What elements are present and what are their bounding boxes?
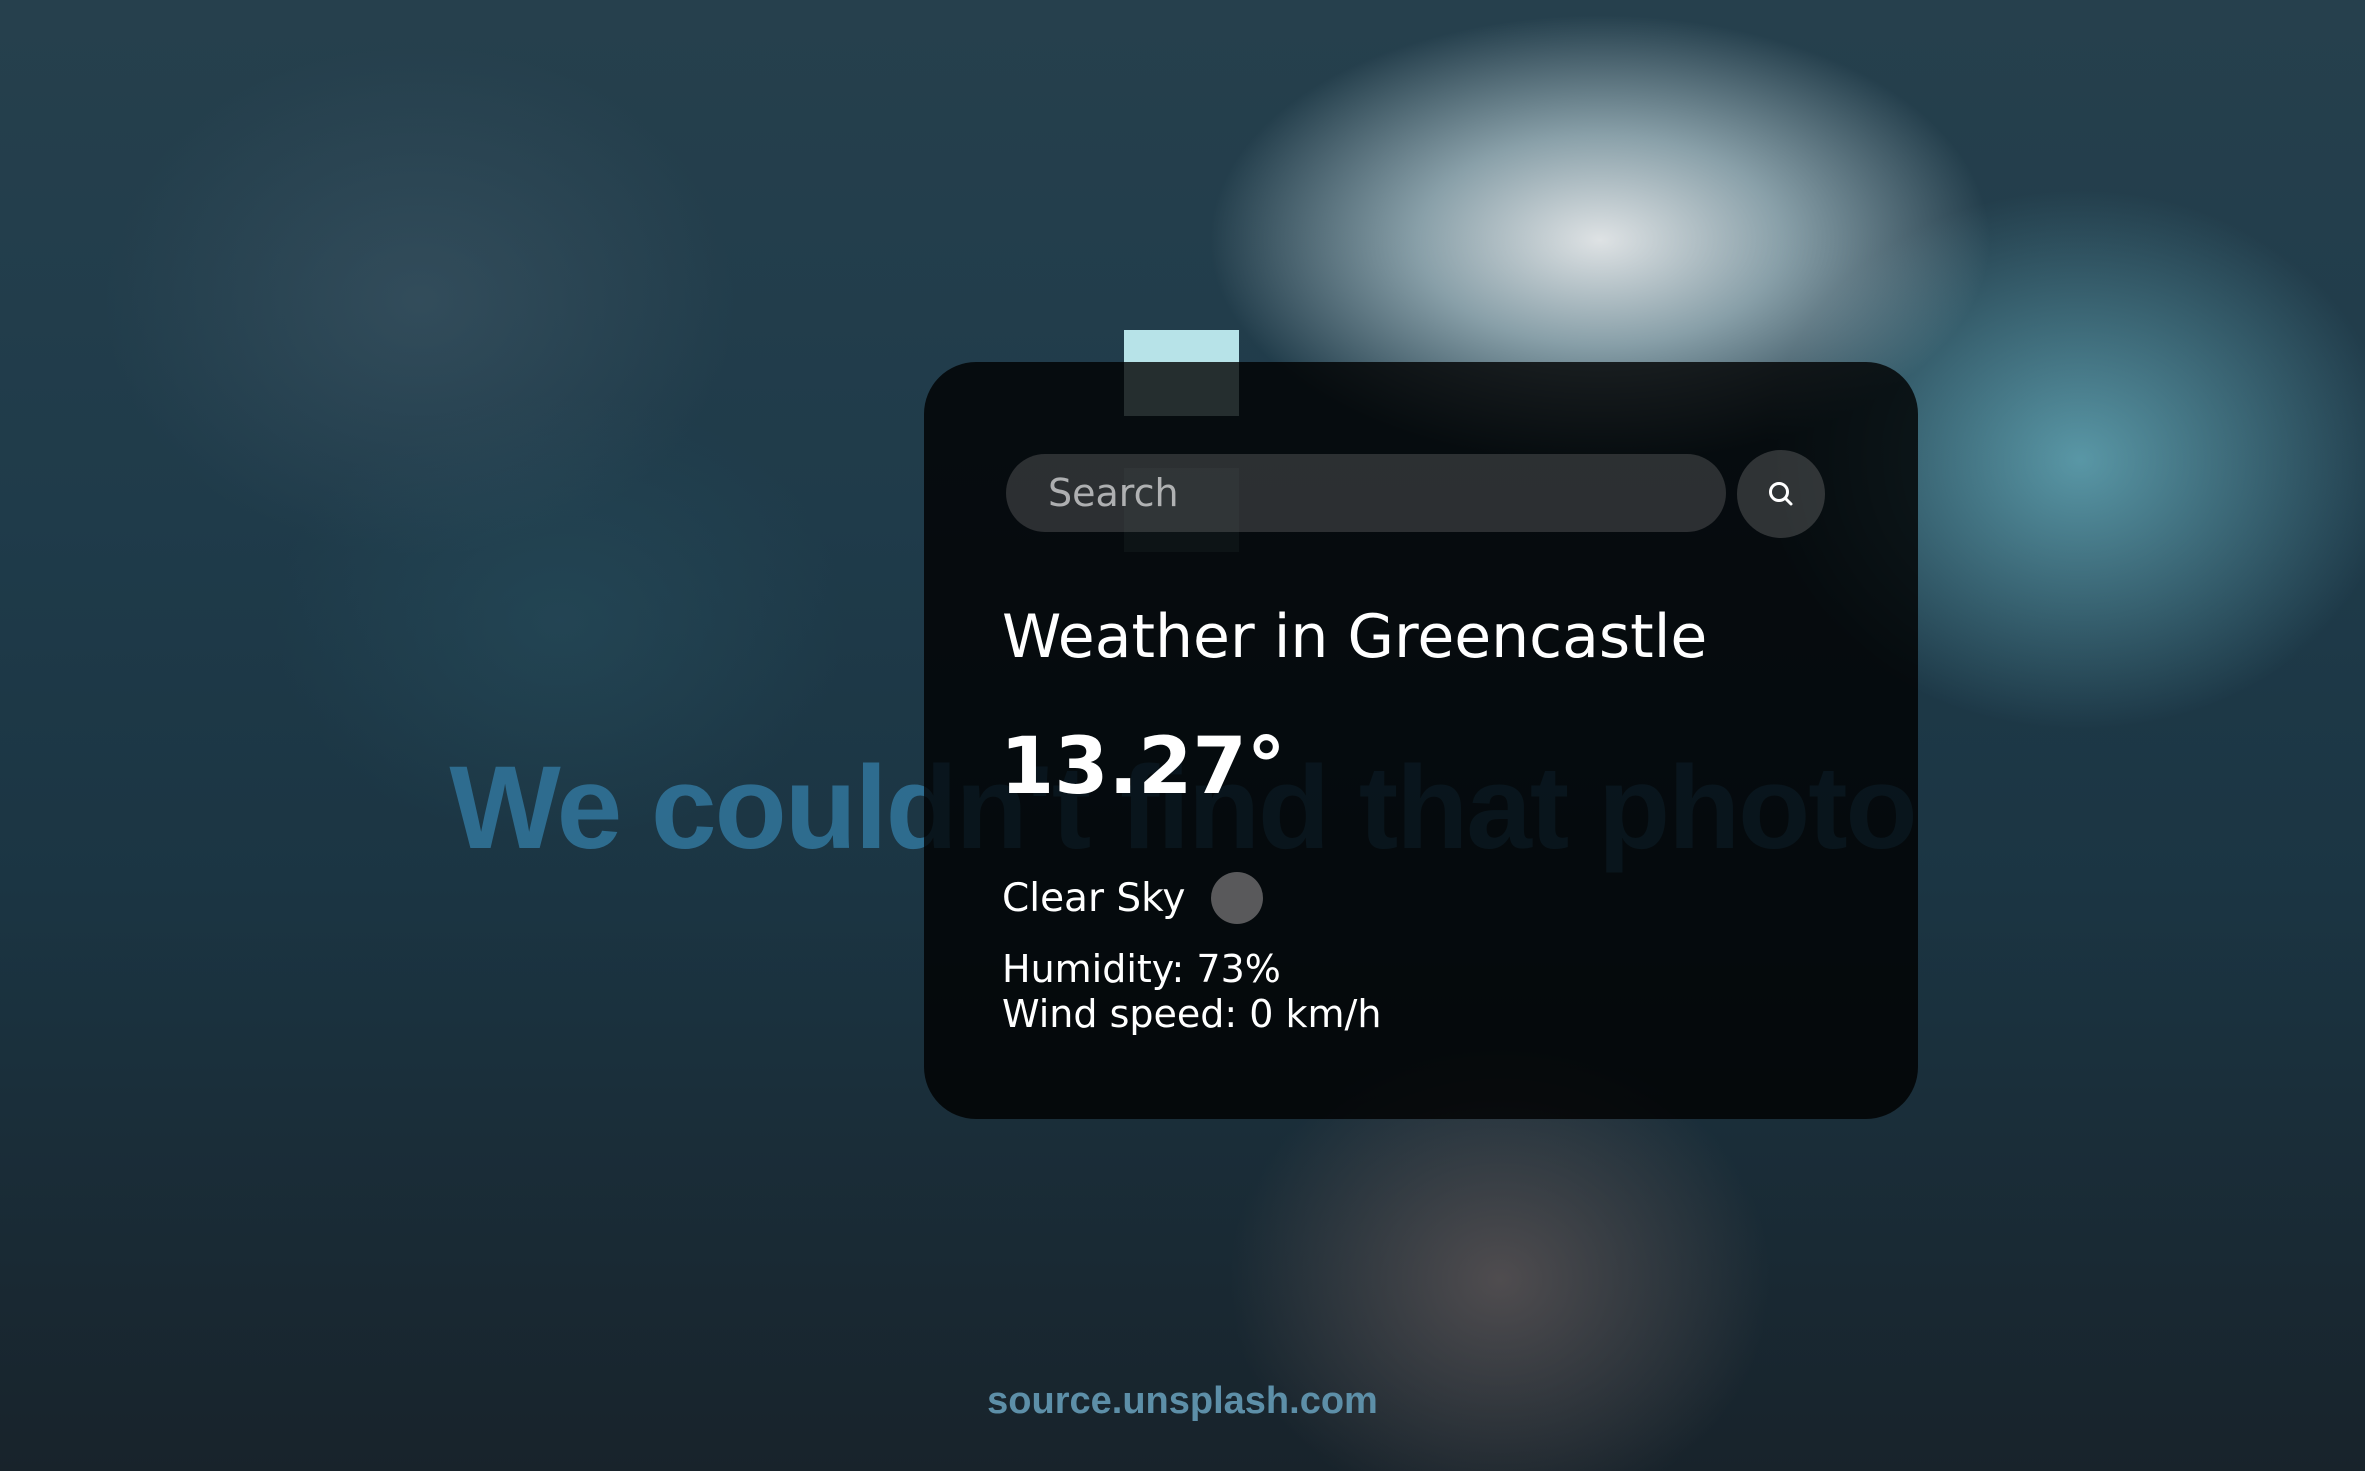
humidity: Humidity: 73% xyxy=(1002,947,1281,991)
weather-description: Clear Sky xyxy=(1002,875,1186,921)
background-source-link[interactable]: source.unsplash.com xyxy=(0,1380,2365,1423)
temperature: 13.27° xyxy=(1000,722,1286,812)
search-button[interactable] xyxy=(1737,450,1825,538)
search-input[interactable] xyxy=(1006,454,1726,532)
wind-speed: Wind speed: 0 km/h xyxy=(1002,992,1382,1036)
weather-icon xyxy=(1211,872,1264,924)
weather-card: Weather in Greencastle 13.27° Clear Sky … xyxy=(924,362,1918,1119)
city-title: Weather in Greencastle xyxy=(1002,602,1708,672)
description-row: Clear Sky xyxy=(1002,872,1264,924)
search-icon xyxy=(1737,479,1825,509)
